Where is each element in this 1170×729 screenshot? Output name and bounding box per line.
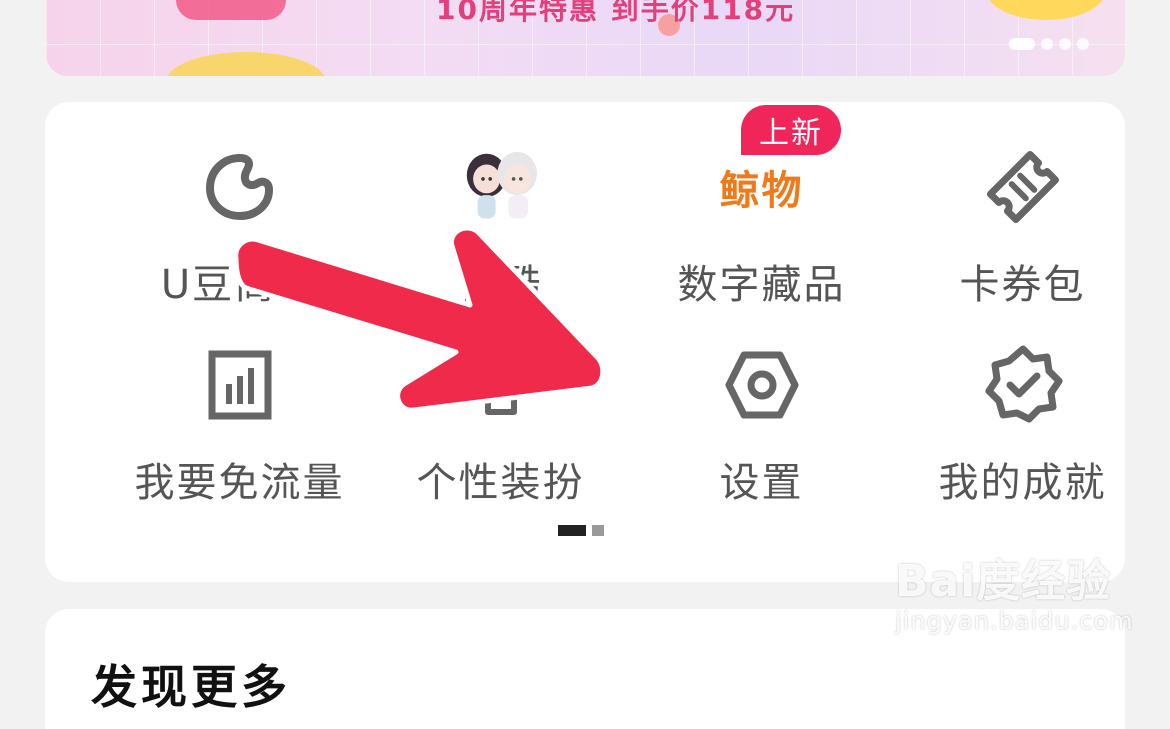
- menu-item-settings[interactable]: 设置: [631, 340, 892, 538]
- menu-item-theme-dressup[interactable]: 个性装扮: [370, 340, 631, 538]
- menu-item-label: 卡券包: [959, 262, 1086, 308]
- carousel-dot[interactable]: [1059, 38, 1071, 50]
- u-bean-icon: [195, 142, 285, 232]
- watermark-url: jingyan.baidu.com: [895, 607, 1134, 635]
- collectible-logo-text: 鲸物: [719, 168, 804, 214]
- digital-collectible-logo: 鲸物: [717, 142, 807, 232]
- menu-item-label: 我要免流量: [134, 460, 345, 506]
- menu-item-achievements[interactable]: 我的成就: [892, 340, 1153, 538]
- menu-item-label: 数字藏品: [677, 262, 846, 308]
- menu-item-digital-collectibles[interactable]: 鲸物 数字藏品: [631, 142, 892, 340]
- new-badge: 上新: [741, 105, 841, 155]
- menu-item-u-bean-mall[interactable]: U豆商城: [109, 142, 370, 340]
- banner-decoration: [176, 0, 286, 20]
- banner-carousel-dots[interactable]: [1009, 38, 1089, 50]
- menu-item-label: 优酷: [458, 262, 543, 308]
- carousel-dot[interactable]: [1009, 38, 1035, 50]
- promo-banner[interactable]: 10周年特惠 到手价118元: [46, 0, 1125, 76]
- menu-item-label: 设置: [719, 460, 804, 506]
- page-dot[interactable]: [592, 525, 604, 536]
- services-card: U豆商城 优酷 鲸物 数字藏品 卡券包 我要免流量 个性装扮 设置 我的成就: [45, 102, 1125, 582]
- menu-item-label: 个性装扮: [416, 460, 585, 506]
- data-plan-icon: [195, 340, 285, 430]
- achievement-badge-icon: [978, 340, 1068, 430]
- menu-page-indicator[interactable]: [558, 525, 604, 536]
- section-title: 发现更多: [91, 660, 291, 714]
- page-dot-active[interactable]: [558, 525, 586, 536]
- menu-item-coupon-wallet[interactable]: 卡券包: [892, 142, 1153, 340]
- menu-item-free-data[interactable]: 我要免流量: [109, 340, 370, 538]
- watermark-brand: Bai度经验: [895, 556, 1112, 607]
- services-grid: U豆商城 优酷 鲸物 数字藏品 卡券包 我要免流量 个性装扮 设置 我的成就: [109, 142, 1151, 538]
- carousel-dot[interactable]: [1077, 38, 1089, 50]
- avatar-characters-icon: [456, 142, 546, 232]
- baidu-watermark: Bai度经验 jingyan.baidu.com: [895, 545, 1133, 635]
- theme-icon: [456, 340, 546, 430]
- ticket-icon: [978, 142, 1068, 232]
- menu-item-label: U豆商城: [160, 262, 319, 308]
- settings-hexagon-icon: [717, 340, 807, 430]
- menu-item-label: 我的成就: [938, 460, 1107, 506]
- carousel-dot[interactable]: [1041, 38, 1053, 50]
- menu-item-youku[interactable]: 优酷: [370, 142, 631, 340]
- banner-promo-text: 10周年特惠 到手价118元: [436, 0, 796, 26]
